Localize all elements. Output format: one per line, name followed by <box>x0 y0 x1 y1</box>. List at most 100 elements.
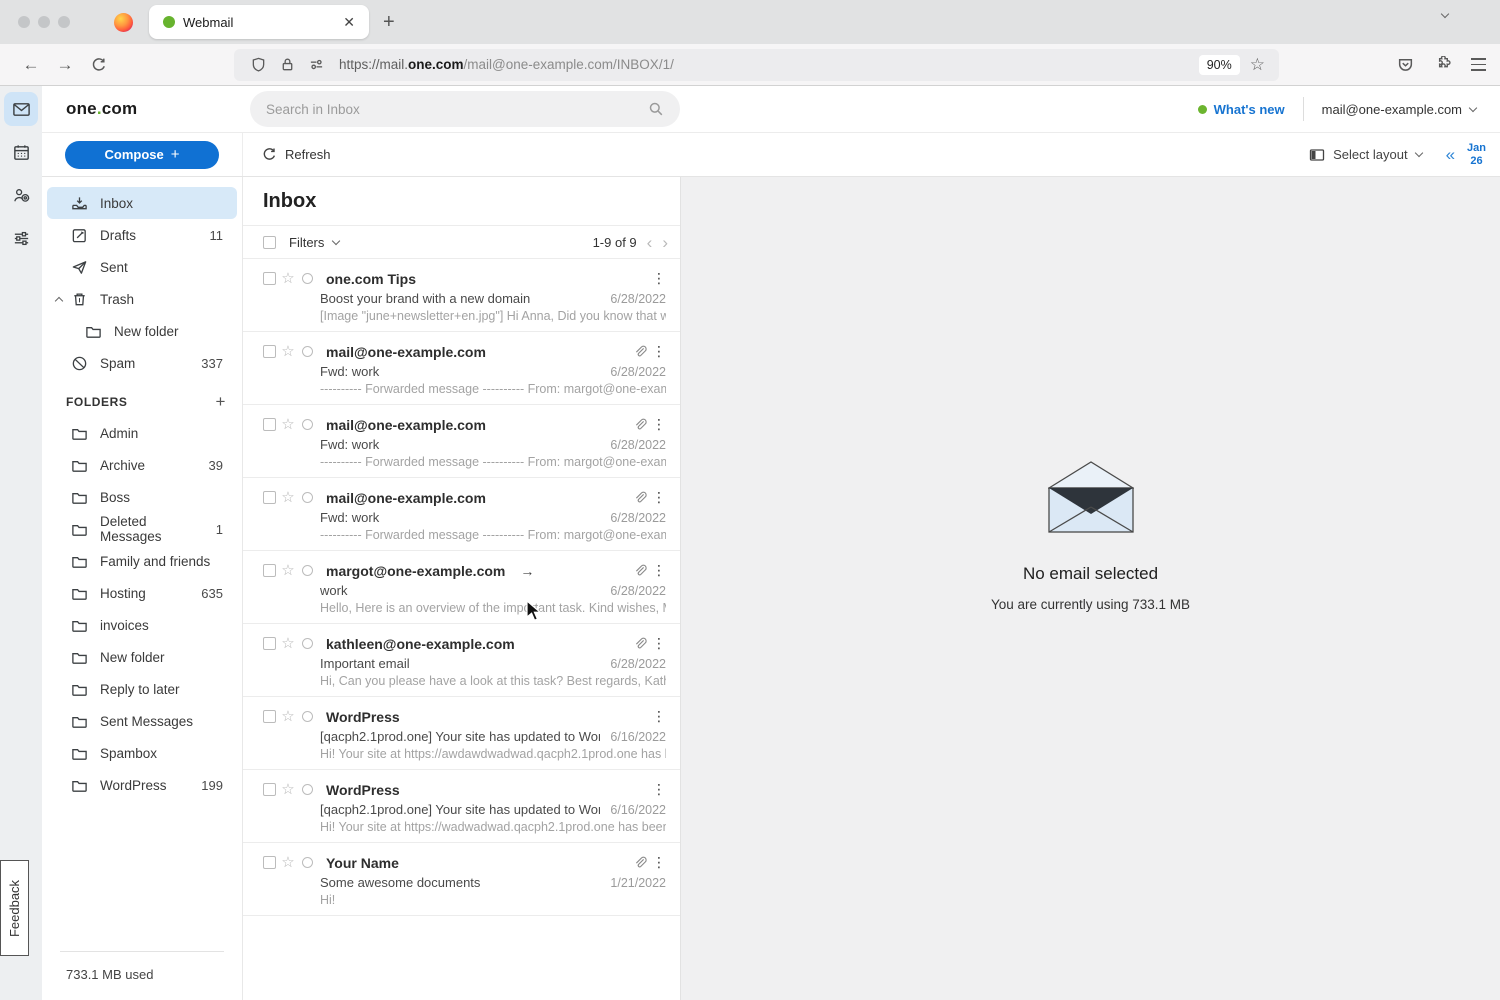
sidebar-folder-spambox[interactable]: Spambox <box>47 737 237 769</box>
sidebar-folder-archive[interactable]: Archive39 <box>47 449 237 481</box>
whats-new-link[interactable]: What's new <box>1198 102 1285 117</box>
kebab-menu-icon[interactable]: ⋮ <box>652 562 666 579</box>
tab-close-icon[interactable]: ✕ <box>339 14 359 31</box>
read-indicator-icon[interactable] <box>302 492 313 503</box>
email-row[interactable]: ☆ kathleen@one-example.com ⋮ Important e… <box>243 624 680 697</box>
email-checkbox[interactable] <box>263 345 276 358</box>
next-page-icon[interactable]: › <box>662 234 668 251</box>
email-checkbox[interactable] <box>263 491 276 504</box>
refresh-icon[interactable] <box>262 147 277 162</box>
zoom-level-badge[interactable]: 90% <box>1199 55 1240 75</box>
star-icon[interactable]: ☆ <box>281 707 295 725</box>
collapse-calendar-icon[interactable]: « <box>1446 145 1453 165</box>
sidebar-folder-admin[interactable]: Admin <box>47 417 237 449</box>
url-bar[interactable]: https://mail.one.com/mail@one-example.co… <box>234 49 1279 81</box>
sidebar-item-sent[interactable]: Sent <box>47 251 237 283</box>
email-row[interactable]: ☆ WordPress ⋮ [qacph2.1prod.one] Your si… <box>243 770 680 843</box>
prev-page-icon[interactable]: ‹ <box>647 234 653 251</box>
kebab-menu-icon[interactable]: ⋮ <box>652 416 666 433</box>
email-row[interactable]: ☆ one.com Tips ⋮ Boost your brand with a… <box>243 259 680 332</box>
browser-tab-webmail[interactable]: Webmail ✕ <box>149 5 369 39</box>
permissions-icon[interactable] <box>309 57 324 72</box>
rail-contacts-tab[interactable] <box>4 178 38 212</box>
email-row[interactable]: ☆ mail@one-example.com ⋮ Fwd: work6/28/2… <box>243 405 680 478</box>
rail-calendar-tab[interactable] <box>4 135 38 169</box>
pocket-icon[interactable] <box>1397 56 1414 73</box>
read-indicator-icon[interactable] <box>302 784 313 795</box>
search-input[interactable] <box>266 102 648 117</box>
sidebar-item-trash-new-folder[interactable]: New folder <box>47 315 237 347</box>
kebab-menu-icon[interactable]: ⋮ <box>652 489 666 506</box>
rail-mail-tab[interactable] <box>4 92 38 126</box>
sidebar-folder-hosting[interactable]: Hosting635 <box>47 577 237 609</box>
read-indicator-icon[interactable] <box>302 565 313 576</box>
read-indicator-icon[interactable] <box>302 711 313 722</box>
window-controls[interactable] <box>18 16 70 28</box>
star-icon[interactable]: ☆ <box>281 561 295 579</box>
email-row[interactable]: ☆ margot@one-example.com → ⋮ work6/28/20… <box>243 551 680 624</box>
sidebar-folder-deleted-messages[interactable]: Deleted Messages1 <box>47 513 237 545</box>
read-indicator-icon[interactable] <box>302 273 313 284</box>
kebab-menu-icon[interactable]: ⋮ <box>652 781 666 798</box>
sidebar-folder-wordpress[interactable]: WordPress199 <box>47 769 237 801</box>
select-all-checkbox[interactable] <box>263 236 276 249</box>
chevron-down-icon[interactable] <box>332 236 340 244</box>
sidebar-folder-invoices[interactable]: invoices <box>47 609 237 641</box>
star-icon[interactable]: ☆ <box>281 415 295 433</box>
email-checkbox[interactable] <box>263 783 276 796</box>
shield-icon[interactable] <box>251 57 266 72</box>
email-checkbox[interactable] <box>263 272 276 285</box>
collapse-caret-icon[interactable] <box>55 296 63 304</box>
sidebar-folder-boss[interactable]: Boss <box>47 481 237 513</box>
rail-settings-tab[interactable] <box>4 221 38 255</box>
reload-button[interactable] <box>82 57 116 73</box>
sidebar-item-drafts[interactable]: Drafts 11 <box>47 219 237 251</box>
feedback-tab[interactable]: Feedback <box>0 860 29 956</box>
star-icon[interactable]: ☆ <box>281 780 295 798</box>
kebab-menu-icon[interactable]: ⋮ <box>652 708 666 725</box>
sidebar-item-inbox[interactable]: Inbox <box>47 187 237 219</box>
email-checkbox[interactable] <box>263 710 276 723</box>
compose-button[interactable]: Compose + <box>65 141 219 169</box>
new-tab-button[interactable]: + <box>383 11 395 34</box>
search-bar[interactable] <box>250 91 680 127</box>
email-checkbox[interactable] <box>263 418 276 431</box>
star-icon[interactable]: ☆ <box>281 488 295 506</box>
minimize-window-button[interactable] <box>38 16 50 28</box>
email-row[interactable]: ☆ mail@one-example.com ⋮ Fwd: work6/28/2… <box>243 478 680 551</box>
kebab-menu-icon[interactable]: ⋮ <box>652 343 666 360</box>
tab-list-chevron-icon[interactable] <box>1441 10 1449 18</box>
add-folder-button[interactable]: + <box>215 392 226 412</box>
search-icon[interactable] <box>648 101 664 117</box>
menu-hamburger-icon[interactable] <box>1471 58 1486 70</box>
star-icon[interactable]: ☆ <box>281 342 295 360</box>
mini-calendar-date[interactable]: Jan 26 <box>1467 142 1486 167</box>
email-row[interactable]: ☆ WordPress ⋮ [qacph2.1prod.one] Your si… <box>243 697 680 770</box>
email-row[interactable]: ☆ mail@one-example.com ⋮ Fwd: work6/28/2… <box>243 332 680 405</box>
read-indicator-icon[interactable] <box>302 857 313 868</box>
lock-icon[interactable] <box>280 57 295 72</box>
kebab-menu-icon[interactable]: ⋮ <box>652 635 666 652</box>
account-menu[interactable]: mail@one-example.com <box>1322 102 1476 117</box>
star-icon[interactable]: ☆ <box>281 634 295 652</box>
sidebar-folder-sent-messages[interactable]: Sent Messages <box>47 705 237 737</box>
bookmark-star-icon[interactable]: ☆ <box>1250 55 1265 75</box>
refresh-label[interactable]: Refresh <box>285 147 331 162</box>
maximize-window-button[interactable] <box>58 16 70 28</box>
sidebar-folder-new-folder[interactable]: New folder <box>47 641 237 673</box>
email-row[interactable]: ☆ Your Name ⋮ Some awesome documents1/21… <box>243 843 680 916</box>
read-indicator-icon[interactable] <box>302 419 313 430</box>
select-layout-menu[interactable]: Select layout <box>1309 147 1421 163</box>
kebab-menu-icon[interactable]: ⋮ <box>652 270 666 287</box>
star-icon[interactable]: ☆ <box>281 269 295 287</box>
sidebar-item-trash[interactable]: Trash <box>47 283 237 315</box>
email-checkbox[interactable] <box>263 856 276 869</box>
star-icon[interactable]: ☆ <box>281 853 295 871</box>
extensions-puzzle-icon[interactable] <box>1434 56 1451 73</box>
kebab-menu-icon[interactable]: ⋮ <box>652 854 666 871</box>
close-window-button[interactable] <box>18 16 30 28</box>
email-checkbox[interactable] <box>263 564 276 577</box>
forward-button[interactable]: → <box>48 55 82 75</box>
read-indicator-icon[interactable] <box>302 346 313 357</box>
sidebar-item-spam[interactable]: Spam 337 <box>47 347 237 379</box>
